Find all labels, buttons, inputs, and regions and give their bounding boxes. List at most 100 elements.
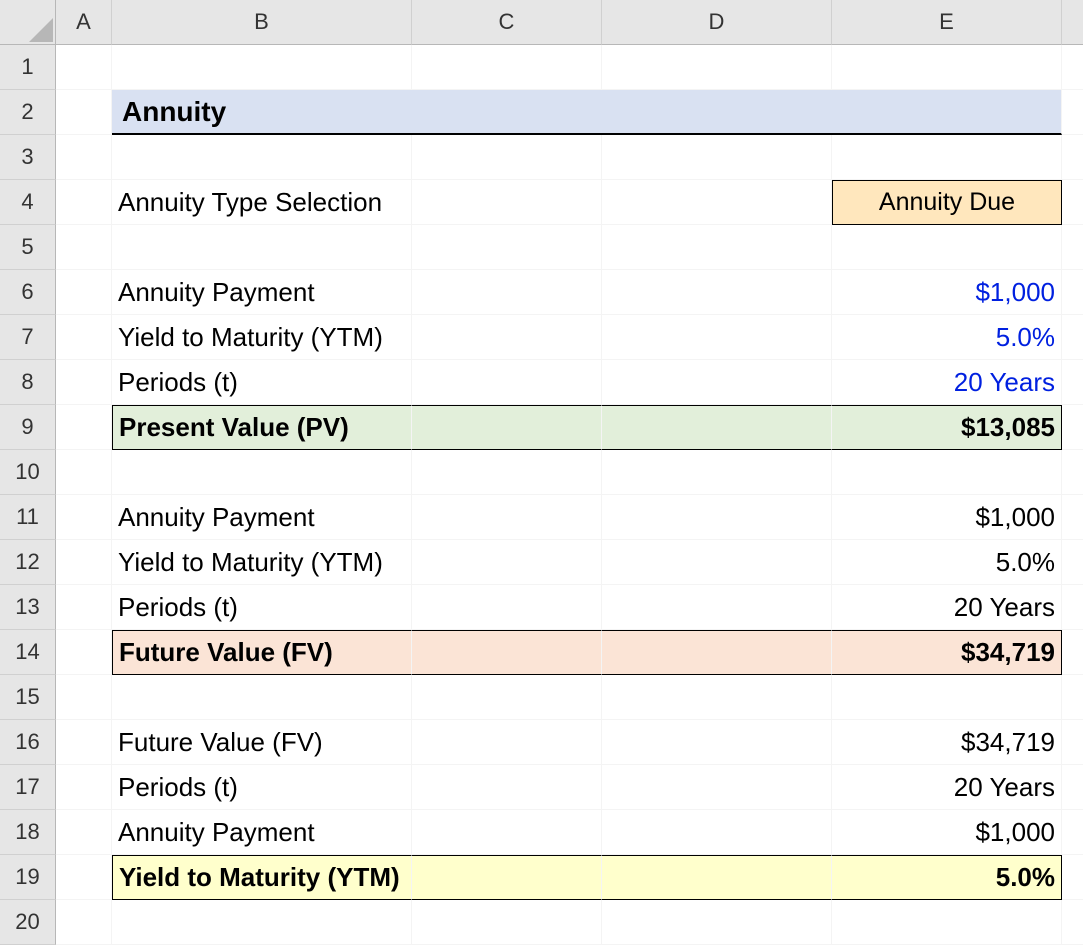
row-header-17[interactable]: 17 <box>0 765 56 810</box>
s1-payment-value[interactable]: $1,000 <box>832 270 1062 315</box>
cell-c20[interactable] <box>412 900 602 945</box>
cell-d3[interactable] <box>602 135 832 180</box>
cell-e20[interactable] <box>832 900 1062 945</box>
cell-d11[interactable] <box>602 495 832 540</box>
s3-fv-label[interactable]: Future Value (FV) <box>112 720 412 765</box>
cell-a7[interactable] <box>56 315 112 360</box>
cell-b20[interactable] <box>112 900 412 945</box>
col-header-d[interactable]: D <box>602 0 832 45</box>
cell-e3[interactable] <box>832 135 1062 180</box>
s1-ytm-value[interactable]: 5.0% <box>832 315 1062 360</box>
title-cell[interactable]: Annuity <box>112 90 1062 135</box>
cell-c6[interactable] <box>412 270 602 315</box>
s1-payment-label[interactable]: Annuity Payment <box>112 270 412 315</box>
ytm-result-value[interactable]: 5.0% <box>832 855 1062 900</box>
cell-d18[interactable] <box>602 810 832 855</box>
fv-result-label[interactable]: Future Value (FV) <box>112 630 412 675</box>
cell-a16[interactable] <box>56 720 112 765</box>
cell-a20[interactable] <box>56 900 112 945</box>
cell-a10[interactable] <box>56 450 112 495</box>
col-header-a[interactable]: A <box>56 0 112 45</box>
row-header-5[interactable]: 5 <box>0 225 56 270</box>
row-header-18[interactable]: 18 <box>0 810 56 855</box>
row-header-11[interactable]: 11 <box>0 495 56 540</box>
cell-d13[interactable] <box>602 585 832 630</box>
cell-c14[interactable] <box>412 630 602 675</box>
row-header-2[interactable]: 2 <box>0 90 56 135</box>
cell-d10[interactable] <box>602 450 832 495</box>
s3-fv-value[interactable]: $34,719 <box>832 720 1062 765</box>
cell-d6[interactable] <box>602 270 832 315</box>
cell-d20[interactable] <box>602 900 832 945</box>
cell-d19[interactable] <box>602 855 832 900</box>
cell-d15[interactable] <box>602 675 832 720</box>
s3-periods-label[interactable]: Periods (t) <box>112 765 412 810</box>
cell-a4[interactable] <box>56 180 112 225</box>
cell-d17[interactable] <box>602 765 832 810</box>
row-header-10[interactable]: 10 <box>0 450 56 495</box>
s1-periods-label[interactable]: Periods (t) <box>112 360 412 405</box>
cell-a14[interactable] <box>56 630 112 675</box>
cell-a11[interactable] <box>56 495 112 540</box>
cell-c8[interactable] <box>412 360 602 405</box>
cell-b1[interactable] <box>112 45 412 90</box>
cell-a17[interactable] <box>56 765 112 810</box>
cell-c5[interactable] <box>412 225 602 270</box>
cell-d8[interactable] <box>602 360 832 405</box>
cell-c16[interactable] <box>412 720 602 765</box>
s2-payment-label[interactable]: Annuity Payment <box>112 495 412 540</box>
row-header-8[interactable]: 8 <box>0 360 56 405</box>
cell-b5[interactable] <box>112 225 412 270</box>
cell-a2[interactable] <box>56 90 112 135</box>
row-header-9[interactable]: 9 <box>0 405 56 450</box>
s3-payment-value[interactable]: $1,000 <box>832 810 1062 855</box>
cell-e15[interactable] <box>832 675 1062 720</box>
row-header-15[interactable]: 15 <box>0 675 56 720</box>
cell-d5[interactable] <box>602 225 832 270</box>
row-header-13[interactable]: 13 <box>0 585 56 630</box>
cell-e5[interactable] <box>832 225 1062 270</box>
row-header-4[interactable]: 4 <box>0 180 56 225</box>
cell-a9[interactable] <box>56 405 112 450</box>
cell-d16[interactable] <box>602 720 832 765</box>
cell-b10[interactable] <box>112 450 412 495</box>
cell-c7[interactable] <box>412 315 602 360</box>
cell-c3[interactable] <box>412 135 602 180</box>
cell-d4[interactable] <box>602 180 832 225</box>
s1-ytm-label[interactable]: Yield to Maturity (YTM) <box>112 315 412 360</box>
row-header-14[interactable]: 14 <box>0 630 56 675</box>
cell-d9[interactable] <box>602 405 832 450</box>
row-header-20[interactable]: 20 <box>0 900 56 945</box>
fv-result-value[interactable]: $34,719 <box>832 630 1062 675</box>
cell-a19[interactable] <box>56 855 112 900</box>
cell-e10[interactable] <box>832 450 1062 495</box>
pv-result-label[interactable]: Present Value (PV) <box>112 405 412 450</box>
row-header-1[interactable]: 1 <box>0 45 56 90</box>
col-header-e[interactable]: E <box>832 0 1062 45</box>
cell-d14[interactable] <box>602 630 832 675</box>
row-header-16[interactable]: 16 <box>0 720 56 765</box>
cell-a1[interactable] <box>56 45 112 90</box>
cell-c18[interactable] <box>412 810 602 855</box>
s3-periods-value[interactable]: 20 Years <box>832 765 1062 810</box>
cell-a18[interactable] <box>56 810 112 855</box>
cell-c17[interactable] <box>412 765 602 810</box>
s2-payment-value[interactable]: $1,000 <box>832 495 1062 540</box>
col-header-b[interactable]: B <box>112 0 412 45</box>
type-label[interactable]: Annuity Type Selection <box>112 180 412 225</box>
col-header-c[interactable]: C <box>412 0 602 45</box>
cell-b3[interactable] <box>112 135 412 180</box>
s2-periods-label[interactable]: Periods (t) <box>112 585 412 630</box>
row-header-7[interactable]: 7 <box>0 315 56 360</box>
cell-a12[interactable] <box>56 540 112 585</box>
cell-c19[interactable] <box>412 855 602 900</box>
s3-payment-label[interactable]: Annuity Payment <box>112 810 412 855</box>
select-all-corner[interactable] <box>0 0 56 45</box>
s1-periods-value[interactable]: 20 Years <box>832 360 1062 405</box>
s2-periods-value[interactable]: 20 Years <box>832 585 1062 630</box>
cell-d12[interactable] <box>602 540 832 585</box>
cell-a8[interactable] <box>56 360 112 405</box>
ytm-result-label[interactable]: Yield to Maturity (YTM) <box>112 855 412 900</box>
cell-c13[interactable] <box>412 585 602 630</box>
row-header-6[interactable]: 6 <box>0 270 56 315</box>
